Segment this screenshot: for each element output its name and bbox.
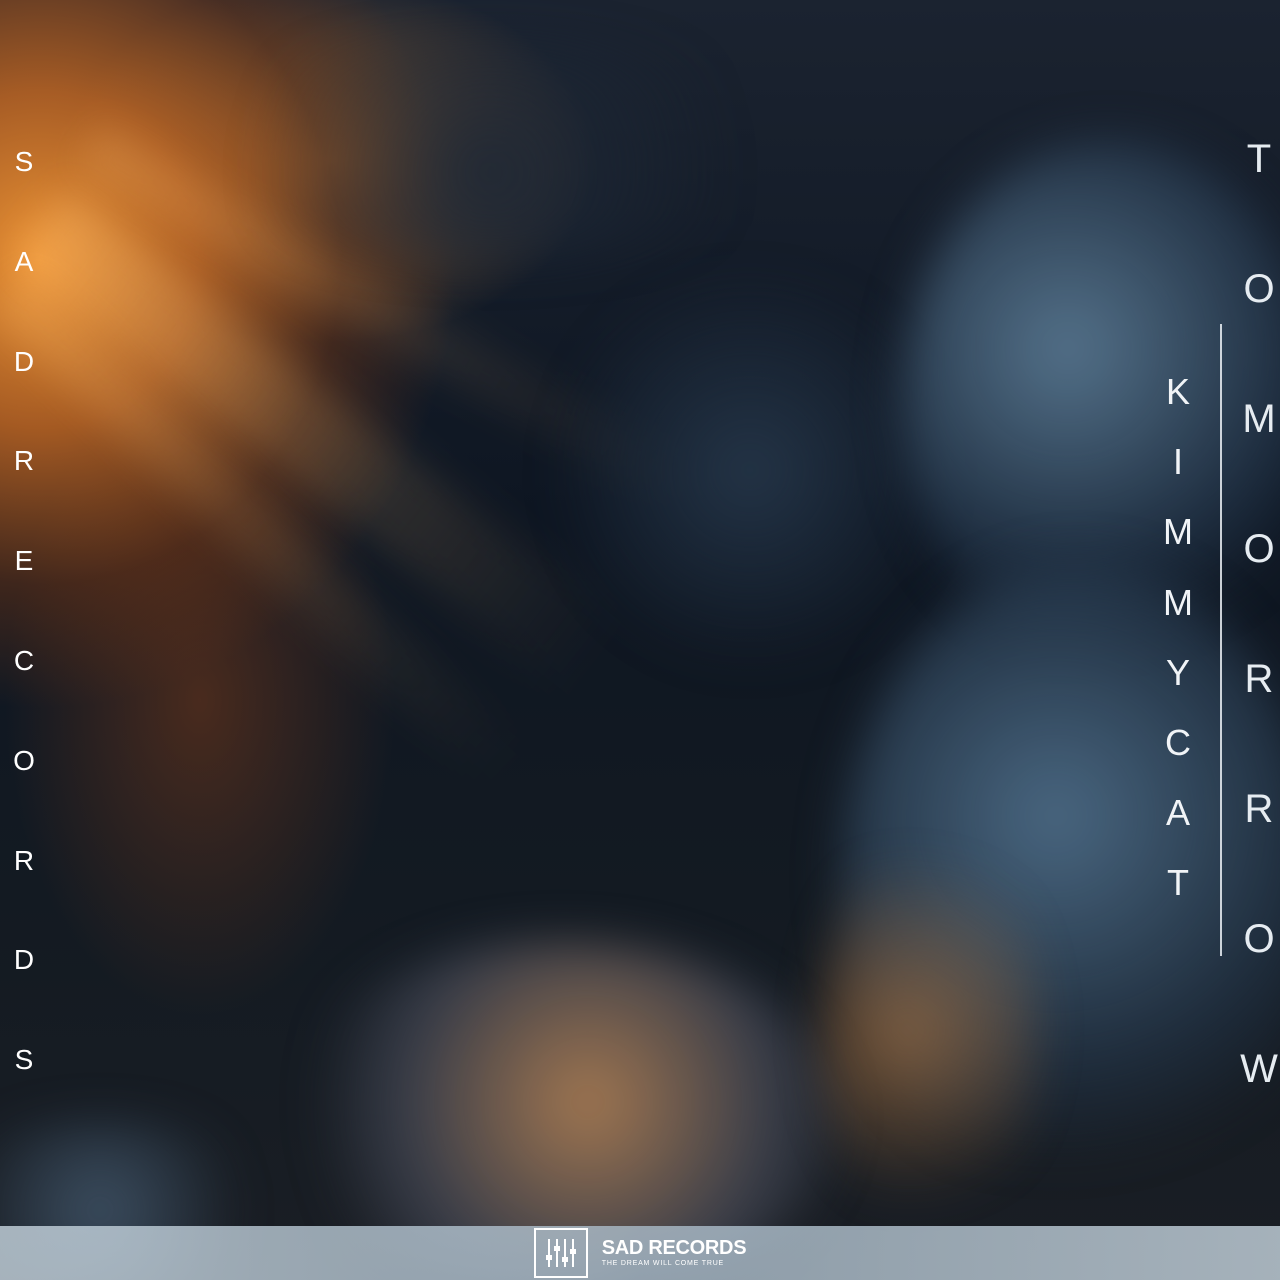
brand-logo: SAD RECORDS THE DREAM WILL COME TRUE xyxy=(533,1228,747,1278)
letter: O xyxy=(1243,267,1275,311)
letter: T xyxy=(1246,137,1272,181)
letter: A xyxy=(14,245,34,277)
letter: C xyxy=(1165,721,1191,763)
letter: O xyxy=(13,744,35,776)
mixer-sliders-icon xyxy=(533,1228,588,1278)
album-cover: S A D R E C O R D S K I M M Y C A T T O … xyxy=(0,0,1280,1280)
brand-bar: SAD RECORDS THE DREAM WILL COME TRUE xyxy=(0,1226,1280,1280)
cloud xyxy=(180,40,800,260)
letter: T xyxy=(1167,862,1189,904)
letter: C xyxy=(13,644,35,676)
letter: S xyxy=(14,146,34,177)
letter: R xyxy=(1244,657,1274,701)
letter: R xyxy=(1244,787,1274,831)
label-name-vertical: S A D R E C O R D S xyxy=(8,140,40,1138)
cloud xyxy=(820,820,1040,1240)
letter: E xyxy=(14,545,34,577)
letter: I xyxy=(1172,441,1183,483)
letter: M xyxy=(1163,581,1193,623)
brand-tagline: THE DREAM WILL COME TRUE xyxy=(601,1260,725,1267)
letter: R xyxy=(13,445,35,477)
letter: M xyxy=(1163,511,1193,553)
letter: A xyxy=(1165,792,1190,834)
letter: W xyxy=(1240,1047,1278,1091)
letter: S xyxy=(14,1044,34,1076)
letter: R xyxy=(13,844,35,876)
letter: M xyxy=(1242,397,1276,441)
album-title-vertical: T O M O R R O W xyxy=(1238,132,1280,1172)
letter: D xyxy=(13,944,35,976)
letter: K xyxy=(1165,371,1190,412)
vertical-divider xyxy=(1220,324,1222,956)
artist-name-vertical: K I M M Y C A T xyxy=(1158,368,1198,930)
brand-name: SAD RECORDS xyxy=(601,1237,747,1259)
letter: D xyxy=(13,345,35,377)
letter: O xyxy=(1243,527,1275,571)
letter: Y xyxy=(1165,651,1190,693)
brand-text: SAD RECORDS THE DREAM WILL COME TRUE xyxy=(602,1237,747,1269)
cloud xyxy=(560,260,940,680)
letter: O xyxy=(1243,917,1275,961)
